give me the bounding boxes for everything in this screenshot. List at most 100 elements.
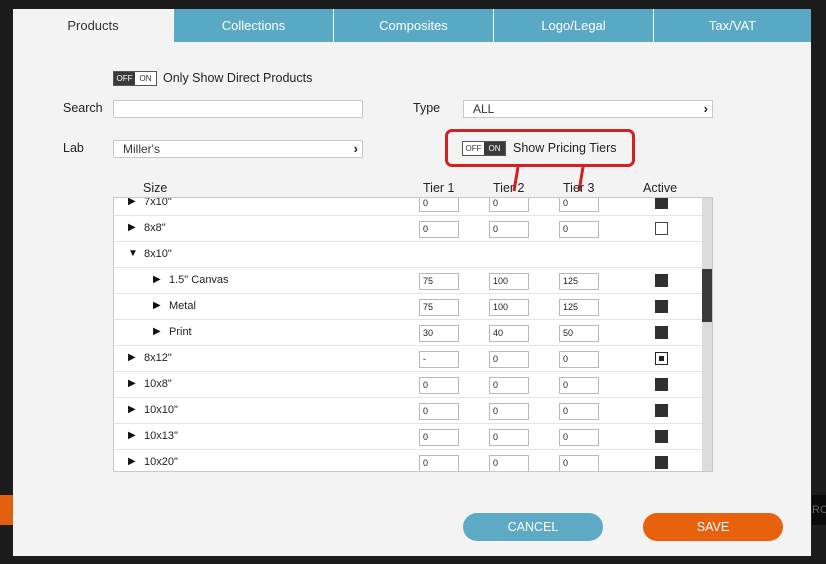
row-size-label: Print xyxy=(169,326,192,338)
table-row[interactable]: ▶ 10x20" 0 0 0 xyxy=(114,450,702,471)
row-size-label: 8x12" xyxy=(144,352,172,364)
toggle-off-label: OFF xyxy=(114,72,135,85)
tier2-price-input[interactable]: 40 xyxy=(489,325,529,342)
tier1-price-input[interactable]: 0 xyxy=(419,198,459,212)
collapsed-triangle-icon[interactable]: ▶ xyxy=(128,198,136,207)
lab-select[interactable]: Miller's › xyxy=(113,140,363,158)
direct-products-toggle[interactable]: OFF ON xyxy=(113,71,157,86)
active-checkbox[interactable] xyxy=(655,222,668,235)
active-checkbox[interactable] xyxy=(655,274,668,287)
table-row[interactable]: ▶ 1.5" Canvas 75 100 125 xyxy=(114,268,702,294)
lab-label: Lab xyxy=(63,141,84,155)
active-checkbox[interactable] xyxy=(655,378,668,391)
tier2-price-input[interactable]: 100 xyxy=(489,299,529,316)
row-size-label: 8x10" xyxy=(144,248,172,260)
toggle-on-label: ON xyxy=(135,72,156,85)
tier2-price-input[interactable]: 0 xyxy=(489,377,529,394)
tier1-price-input[interactable]: 0 xyxy=(419,377,459,394)
tier3-price-input[interactable]: 50 xyxy=(559,325,599,342)
direct-products-label: Only Show Direct Products xyxy=(163,71,313,85)
cancel-button[interactable]: CANCEL xyxy=(463,513,603,541)
type-select[interactable]: ALL › xyxy=(463,100,713,118)
table-row[interactable]: ▼ 8x10" xyxy=(114,242,702,268)
tier1-price-input[interactable]: 0 xyxy=(419,403,459,420)
tier2-price-input[interactable]: 100 xyxy=(489,273,529,290)
table-row[interactable]: ▶ 8x12" - 0 0 xyxy=(114,346,702,372)
save-button[interactable]: SAVE xyxy=(643,513,783,541)
table-row[interactable]: ▶ Print 30 40 50 xyxy=(114,320,702,346)
toggle-on-label: ON xyxy=(484,142,505,155)
column-header-tier3: Tier 3 xyxy=(563,181,595,195)
search-input[interactable] xyxy=(113,100,363,118)
tier3-price-input[interactable]: 0 xyxy=(559,403,599,420)
table-row[interactable]: ▶ Metal 75 100 125 xyxy=(114,294,702,320)
tier1-price-input[interactable]: 0 xyxy=(419,429,459,446)
tier3-price-input[interactable]: 0 xyxy=(559,221,599,238)
row-size-label: 10x13" xyxy=(144,430,178,442)
background-panel-right: RO xyxy=(812,495,826,525)
tier2-price-input[interactable]: 0 xyxy=(489,429,529,446)
expanded-triangle-icon[interactable]: ▼ xyxy=(128,248,138,259)
collapsed-triangle-icon[interactable]: ▶ xyxy=(128,430,136,441)
column-header-size: Size xyxy=(143,181,168,195)
tier3-price-input[interactable]: 0 xyxy=(559,429,599,446)
row-size-label: 1.5" Canvas xyxy=(169,274,229,286)
table-scrollbar[interactable] xyxy=(702,198,712,471)
tier3-price-input[interactable]: 0 xyxy=(559,377,599,394)
collapsed-triangle-icon[interactable]: ▶ xyxy=(153,274,161,285)
tier1-price-input[interactable]: - xyxy=(419,351,459,368)
tier2-price-input[interactable]: 0 xyxy=(489,221,529,238)
column-header-tier2: Tier 2 xyxy=(493,181,525,195)
chevron-right-icon: › xyxy=(353,141,358,156)
tier1-price-input[interactable]: 30 xyxy=(419,325,459,342)
table-row[interactable]: ▶ 8x8" 0 0 0 xyxy=(114,216,702,242)
collapsed-triangle-icon[interactable]: ▶ xyxy=(128,404,136,415)
active-checkbox[interactable] xyxy=(655,352,668,365)
row-size-label: 10x10" xyxy=(144,404,178,416)
tier2-price-input[interactable]: 0 xyxy=(489,403,529,420)
tier1-price-input[interactable]: 75 xyxy=(419,299,459,316)
column-header-tier1: Tier 1 xyxy=(423,181,455,195)
tab-tax-vat[interactable]: Tax/VAT xyxy=(653,9,811,42)
active-checkbox[interactable] xyxy=(655,456,668,469)
collapsed-triangle-icon[interactable]: ▶ xyxy=(128,378,136,389)
type-label: Type xyxy=(413,101,441,115)
active-checkbox[interactable] xyxy=(655,198,668,209)
tier3-price-input[interactable]: 125 xyxy=(559,299,599,316)
toggle-off-label: OFF xyxy=(463,142,484,155)
tab-products[interactable]: Products xyxy=(13,9,173,42)
active-checkbox[interactable] xyxy=(655,300,668,313)
product-settings-dialog: Products Collections Composites Logo/Leg… xyxy=(13,9,811,556)
tab-composites[interactable]: Composites xyxy=(333,9,493,42)
tier1-price-input[interactable]: 0 xyxy=(419,455,459,471)
size-pricing-table: ▶ 7x10" 0 0 0 ▶ 8x8" 0 0 0 ▼ 8x10" ▶ 1.5" Canvas 75 100… xyxy=(113,197,713,472)
row-size-label: Metal xyxy=(169,300,196,312)
scrollbar-thumb[interactable] xyxy=(702,269,712,322)
collapsed-triangle-icon[interactable]: ▶ xyxy=(153,300,161,311)
collapsed-triangle-icon[interactable]: ▶ xyxy=(128,456,136,467)
tier2-price-input[interactable]: 0 xyxy=(489,455,529,471)
tab-bar: Products Collections Composites Logo/Leg… xyxy=(13,9,811,42)
table-row[interactable]: ▶ 10x13" 0 0 0 xyxy=(114,424,702,450)
tab-logo-legal[interactable]: Logo/Legal xyxy=(493,9,653,42)
tier2-price-input[interactable]: 0 xyxy=(489,351,529,368)
tab-collections[interactable]: Collections xyxy=(173,9,333,42)
tier2-price-input[interactable]: 0 xyxy=(489,198,529,212)
collapsed-triangle-icon[interactable]: ▶ xyxy=(128,352,136,363)
tier3-price-input[interactable]: 0 xyxy=(559,351,599,368)
tier1-price-input[interactable]: 75 xyxy=(419,273,459,290)
collapsed-triangle-icon[interactable]: ▶ xyxy=(128,222,136,233)
tier3-price-input[interactable]: 125 xyxy=(559,273,599,290)
table-row[interactable]: ▶ 7x10" 0 0 0 xyxy=(114,198,702,216)
search-label: Search xyxy=(63,101,103,115)
pricing-tiers-toggle[interactable]: OFF ON xyxy=(462,141,506,156)
tier1-price-input[interactable]: 0 xyxy=(419,221,459,238)
active-checkbox[interactable] xyxy=(655,430,668,443)
collapsed-triangle-icon[interactable]: ▶ xyxy=(153,326,161,337)
table-row[interactable]: ▶ 10x8" 0 0 0 xyxy=(114,372,702,398)
active-checkbox[interactable] xyxy=(655,404,668,417)
tier3-price-input[interactable]: 0 xyxy=(559,198,599,212)
active-checkbox[interactable] xyxy=(655,326,668,339)
tier3-price-input[interactable]: 0 xyxy=(559,455,599,471)
table-row[interactable]: ▶ 10x10" 0 0 0 xyxy=(114,398,702,424)
